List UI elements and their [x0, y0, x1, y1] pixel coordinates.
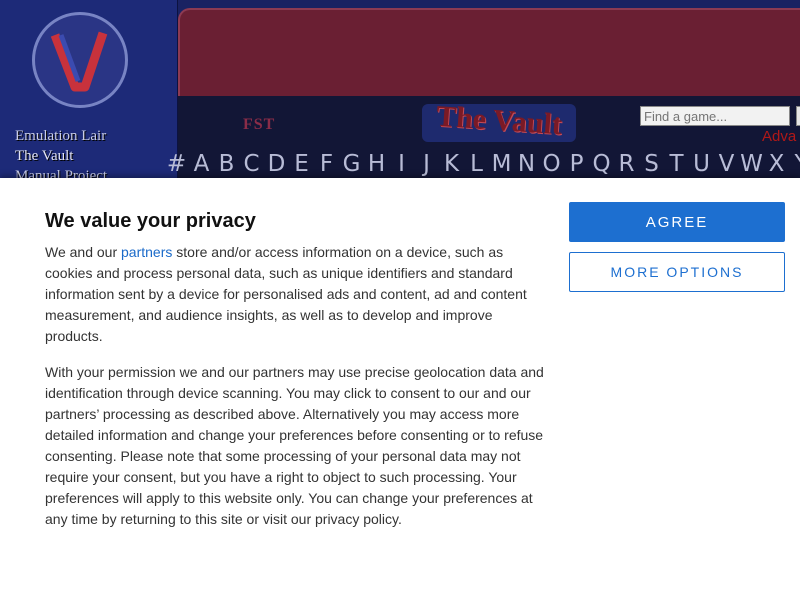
alphabet-letter[interactable]: K	[439, 150, 464, 178]
alphabet-letter[interactable]: L	[464, 150, 489, 178]
consent-paragraph-2: With your permission we and our partners…	[45, 364, 544, 527]
alphabet-letter[interactable]: A	[189, 150, 214, 178]
nav-link-emulation-lair[interactable]: Emulation Lair	[15, 128, 106, 145]
more-options-button[interactable]: MORE OPTIONS	[569, 252, 785, 292]
search-button[interactable]	[796, 106, 800, 126]
site-logo[interactable]	[32, 12, 128, 108]
alphabet-letter[interactable]: S	[639, 150, 664, 178]
alphabet-letter[interactable]: H	[364, 150, 389, 178]
alphabet-letter[interactable]: P	[564, 150, 589, 178]
alphabet-letter[interactable]: G	[339, 150, 364, 178]
consent-paragraph-1: We and our partners store and/or access …	[45, 242, 545, 347]
alphabet-letter[interactable]: F	[314, 150, 339, 178]
alphabet-letter[interactable]: M	[489, 150, 514, 178]
alphabet-letter[interactable]: W	[739, 150, 764, 178]
alphabet-letter[interactable]: E	[289, 150, 314, 178]
alphabet-letter[interactable]: V	[714, 150, 739, 178]
alphabet-letter[interactable]: B	[214, 150, 239, 178]
alphabet-letter[interactable]: O	[539, 150, 564, 178]
alphabet-letter[interactable]: N	[514, 150, 539, 178]
v-logo-icon	[50, 31, 108, 92]
alphabet-letter[interactable]: U	[689, 150, 714, 178]
alphabet-nav: #ABCDEFGHIJKLMNOPQRSTUVWXY	[164, 150, 800, 178]
alphabet-letter[interactable]: D	[264, 150, 289, 178]
fst-logo[interactable]: FST	[243, 116, 275, 134]
alphabet-letter[interactable]: X	[764, 150, 789, 178]
nav-link-the-vault[interactable]: The Vault	[15, 148, 73, 165]
alphabet-letter[interactable]: Q	[589, 150, 614, 178]
alphabet-letter[interactable]: Y	[789, 150, 800, 178]
search-input[interactable]	[640, 106, 790, 126]
consent-dialog: We value your privacy We and our partner…	[0, 178, 800, 600]
header-banner	[178, 8, 800, 96]
agree-button[interactable]: AGREE	[569, 202, 785, 242]
alphabet-letter[interactable]: C	[239, 150, 264, 178]
advanced-search-link[interactable]: Adva	[762, 128, 796, 145]
partners-link[interactable]: partners	[121, 244, 172, 260]
consent-para1-prefix: We and our	[45, 244, 122, 260]
consent-title: We value your privacy	[45, 210, 256, 232]
alphabet-letter[interactable]: I	[389, 150, 414, 178]
alphabet-letter[interactable]: #	[164, 150, 189, 178]
alphabet-letter[interactable]: T	[664, 150, 689, 178]
alphabet-letter[interactable]: J	[414, 150, 439, 178]
alphabet-letter[interactable]: R	[614, 150, 639, 178]
